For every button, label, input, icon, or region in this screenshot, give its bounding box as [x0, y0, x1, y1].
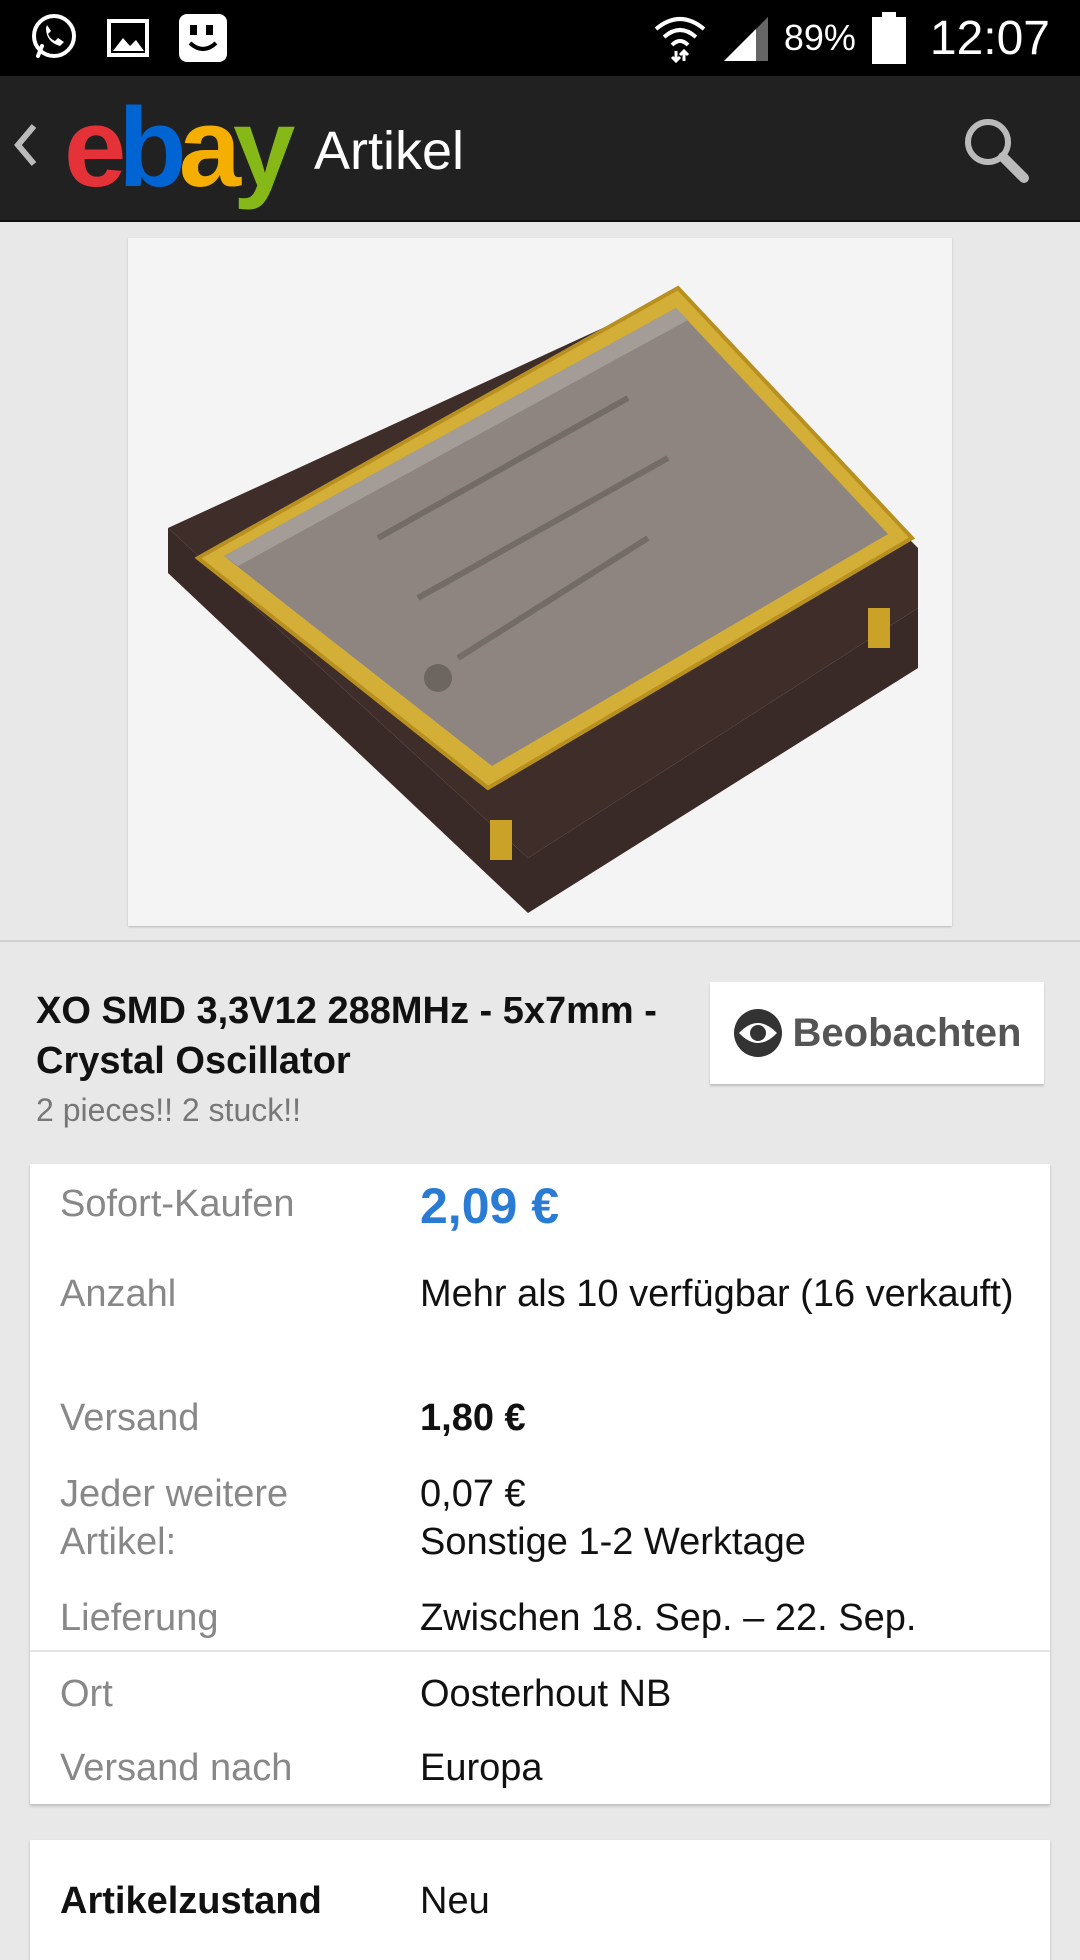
watch-button[interactable]: Beobachten — [710, 982, 1044, 1084]
buy-now-label: Sofort-Kaufen — [60, 1183, 295, 1225]
whatsapp-icon — [32, 14, 76, 58]
signal-icon — [723, 17, 768, 61]
quantity-value: Mehr als 10 verfügbar (16 verkauft) — [420, 1273, 1014, 1315]
ships-to-value: Europa — [420, 1747, 543, 1789]
product-image[interactable] — [128, 238, 952, 926]
divider — [30, 1650, 1050, 1652]
battery-percent: 89% — [783, 17, 856, 58]
system-icons: 89% 12:07 — [652, 0, 1050, 76]
ships-to-label: Versand nach — [60, 1747, 293, 1789]
item-subtitle: 2 pieces!! 2 stuck!! — [36, 1092, 302, 1128]
additional-item-label: Jeder weitere Artikel: — [60, 1473, 289, 1563]
back-chevron-icon[interactable] — [12, 122, 38, 168]
logo-letter-b: b — [118, 85, 186, 210]
watch-label: Beobachten — [792, 1010, 1022, 1055]
battery-icon — [871, 12, 906, 64]
delivery-value: Zwischen 18. Sep. – 22. Sep. — [420, 1597, 917, 1639]
buy-now-price: 2,09 € — [420, 1178, 560, 1234]
item-title: XO SMD 3,3V12 288MHz - 5x7mm - Crystal O… — [36, 990, 657, 1082]
gallery-icon — [107, 19, 149, 57]
delivery-label: Lieferung — [60, 1597, 219, 1639]
app-bar: ebay Artikel — [0, 76, 1080, 222]
additional-item-price: 0,07 € — [420, 1473, 526, 1515]
additional-item-service: Sonstige 1-2 Werktage — [420, 1521, 806, 1563]
condition-label: Artikelzustand — [60, 1880, 322, 1922]
logo-letter-a: a — [178, 85, 241, 210]
crystal-oscillator-illustration — [168, 285, 918, 913]
condition-value: Neu — [420, 1880, 490, 1922]
wifi-icon — [654, 17, 706, 63]
logo-letter-e: e — [64, 85, 126, 210]
search-button[interactable] — [956, 110, 1036, 190]
shipping-value: 1,80 € — [420, 1397, 526, 1439]
clock: 12:07 — [929, 11, 1050, 65]
divider — [0, 940, 1080, 942]
location-label: Ort — [60, 1673, 113, 1715]
shipping-label: Versand — [60, 1397, 200, 1439]
notification-icons — [28, 10, 230, 66]
ebay-logo[interactable]: ebay — [64, 92, 295, 204]
logo-letter-y: y — [233, 85, 295, 210]
page-title: Artikel — [314, 121, 465, 181]
condition-card: Artikelzustand Neu — [30, 1840, 1050, 1960]
messenger-icon — [179, 14, 227, 62]
status-bar: 89% 12:07 — [0, 0, 1080, 76]
search-icon — [965, 119, 1029, 183]
quantity-label: Anzahl — [60, 1273, 177, 1315]
details-card: Sofort-Kaufen 2,09 € Anzahl Mehr als 10 … — [30, 1164, 1050, 1804]
location-value: Oosterhout NB — [420, 1673, 672, 1715]
eye-icon — [733, 1009, 782, 1057]
